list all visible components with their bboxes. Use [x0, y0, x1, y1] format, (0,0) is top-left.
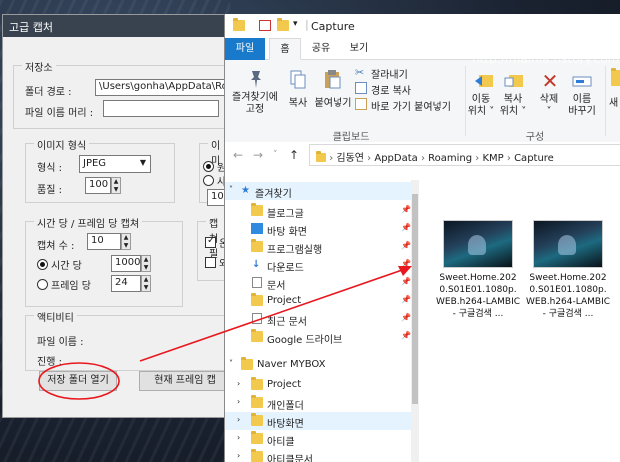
annotation-overlay: [38, 266, 412, 400]
pointer-arrow-line: [139, 267, 409, 362]
highlight-circle: [38, 362, 120, 400]
watermark-url: http://mainia.tistory.com: [472, 52, 620, 66]
